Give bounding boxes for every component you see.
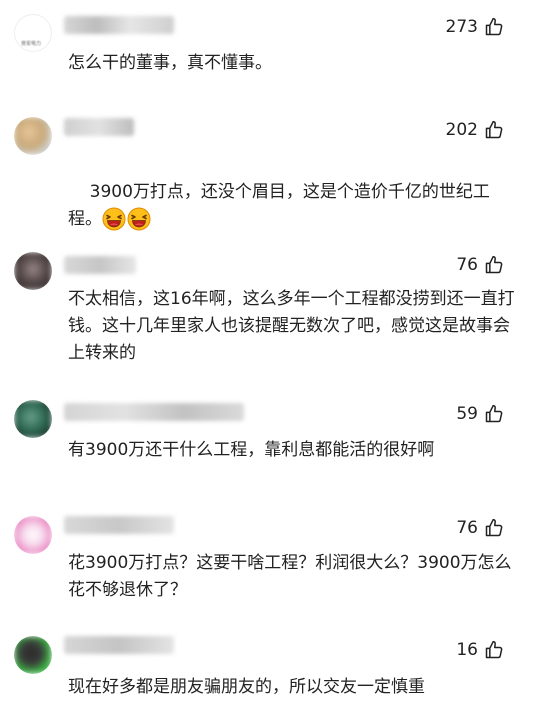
like-count: 76 — [456, 518, 478, 538]
laughing-emoji-icon — [127, 207, 151, 231]
avatar[interactable] — [14, 516, 52, 554]
comment-text: 现在好多都是朋友骗朋友的，所以交友一定慎重 — [68, 677, 425, 697]
like-button[interactable]: 76 — [456, 254, 504, 276]
avatar[interactable] — [14, 400, 52, 438]
like-button[interactable]: 76 — [456, 517, 504, 539]
thumbs-up-icon — [484, 17, 504, 37]
comment-item: 普安电力 273 怎么干的董事，真不懂事。 — [0, 0, 550, 100]
avatar[interactable] — [14, 117, 52, 155]
like-count: 273 — [445, 17, 478, 37]
like-button[interactable]: 273 — [446, 16, 504, 38]
avatar[interactable] — [14, 636, 52, 674]
comment-text: 不太相信，这16年啊，这么多年一个工程都没捞到还一直打钱。这十几年里家人也该提醒… — [68, 289, 515, 363]
comment-item: 202 3900万打点，还没个眉目，这是个造价千亿的世纪工程。 — [0, 112, 550, 222]
like-button[interactable]: 16 — [456, 639, 504, 661]
avatar[interactable]: 普安电力 — [14, 14, 52, 52]
like-count: 202 — [445, 120, 478, 140]
thumbs-up-icon — [484, 120, 504, 140]
username[interactable] — [64, 403, 244, 421]
comment-text: 花3900万打点？这要干啥工程？利润很大么？3900万怎么花不够退休了？ — [68, 553, 512, 600]
like-count: 59 — [456, 404, 478, 424]
like-count: 16 — [456, 640, 478, 660]
comment-text: 3900万打点，还没个眉目，这是个造价千亿的世纪工程。 — [68, 152, 516, 260]
avatar[interactable] — [14, 252, 52, 290]
comment-item: 76 花3900万打点？这要干啥工程？利润很大么？3900万怎么花不够退休了？ — [0, 510, 550, 620]
like-count: 76 — [456, 255, 478, 275]
laughing-emoji-icon — [102, 207, 126, 231]
thumbs-up-icon — [484, 518, 504, 538]
comment-item: 59 有3900万还干什么工程，靠利息都能活的很好啊 — [0, 397, 550, 497]
comment-item: 76 不太相信，这16年啊，这么多年一个工程都没捞到还一直打钱。这十几年里家人也… — [0, 248, 550, 378]
thumbs-up-icon — [484, 640, 504, 660]
username[interactable] — [64, 256, 136, 274]
thumbs-up-icon — [484, 255, 504, 275]
comment-item: 16 现在好多都是朋友骗朋友的，所以交友一定慎重 — [0, 630, 550, 723]
comment-text: 有3900万还干什么工程，靠利息都能活的很好啊 — [68, 440, 435, 460]
thumbs-up-icon — [484, 404, 504, 424]
like-button[interactable]: 202 — [446, 119, 504, 141]
username[interactable] — [64, 118, 134, 136]
username[interactable] — [64, 16, 174, 34]
username[interactable] — [64, 636, 174, 654]
avatar-caption: 普安电力 — [21, 41, 42, 47]
comment-text: 怎么干的董事，真不懂事。 — [68, 53, 272, 73]
like-button[interactable]: 59 — [456, 403, 504, 425]
username[interactable] — [64, 516, 174, 534]
